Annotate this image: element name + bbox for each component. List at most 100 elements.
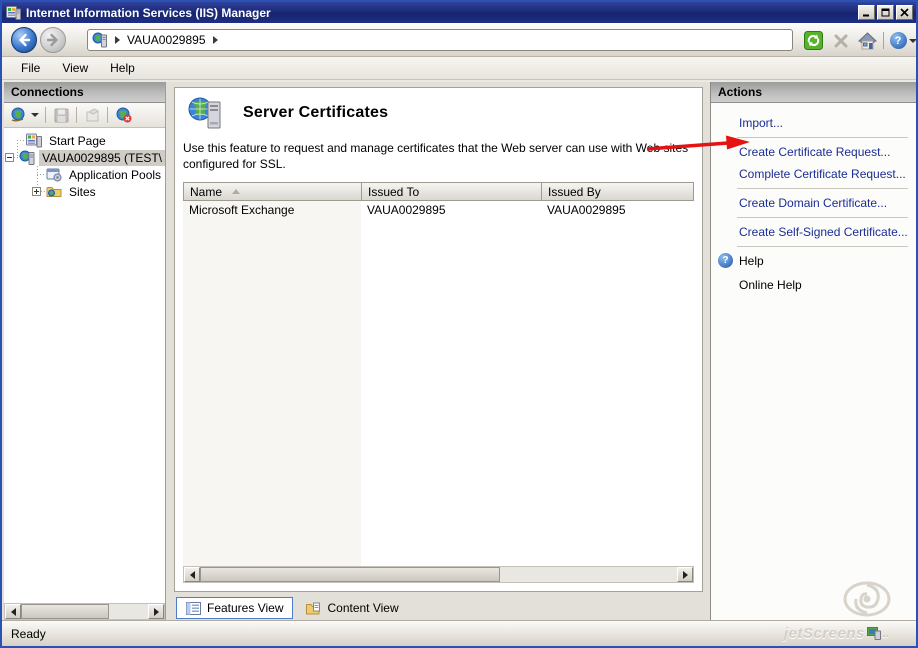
toolbar-separator: [45, 107, 46, 123]
toolbar-separator: [107, 107, 108, 123]
stop-x-icon: [834, 34, 848, 48]
application-pools-icon: [46, 167, 62, 182]
close-button[interactable]: [896, 5, 913, 20]
collapse-icon[interactable]: [5, 153, 14, 162]
cell-issued-by: VAUA0029895: [541, 203, 694, 217]
breadcrumb-arrow-icon: [213, 36, 218, 44]
cell-issued-to: VAUA0029895: [361, 203, 541, 217]
watermark: jetScreens ..: [784, 625, 890, 642]
actions-separator: [737, 188, 908, 189]
connections-toolbar: [4, 103, 165, 128]
actions-separator: [737, 137, 908, 138]
watermark-logo-icon: [867, 627, 881, 640]
cell-name: Microsoft Exchange: [183, 203, 361, 217]
minimize-button[interactable]: [858, 5, 875, 20]
maximize-button[interactable]: [877, 5, 894, 20]
window-title: Internet Information Services (IIS) Mana…: [26, 6, 856, 20]
server-icon: [92, 32, 108, 48]
expand-icon[interactable]: [32, 187, 41, 196]
scroll-thumb[interactable]: [21, 604, 109, 619]
forward-button[interactable]: [40, 27, 66, 53]
tab-label: Features View: [207, 601, 283, 615]
tree-label: Application Pools: [66, 167, 164, 183]
breadcrumb-server[interactable]: VAUA0029895: [127, 33, 206, 47]
navigation-toolbar: VAUA0029895 ?: [2, 23, 916, 57]
watermark-swirl-icon: [842, 580, 892, 618]
scroll-right-button[interactable]: [677, 567, 693, 582]
actions-separator: [737, 246, 908, 247]
connections-tree: Start Page VAUA0029895 (TEST\: [4, 128, 165, 603]
help-question-icon: ?: [890, 32, 907, 49]
iis-app-icon: [6, 6, 21, 20]
actions-separator: [737, 217, 908, 218]
tree-label-selected: VAUA0029895 (TEST\: [39, 150, 165, 166]
scroll-left-button[interactable]: [184, 567, 200, 582]
status-text: Ready: [11, 627, 46, 641]
server-certificates-icon: [187, 96, 223, 130]
red-arrow-annotation: [644, 133, 754, 155]
action-import[interactable]: Import...: [711, 112, 916, 134]
chevron-down-icon: [909, 39, 917, 43]
title-bar: Internet Information Services (IIS) Mana…: [2, 2, 916, 23]
sorted-column-shade: [183, 201, 361, 566]
sort-ascending-icon: [232, 189, 240, 194]
tab-label: Content View: [327, 601, 398, 615]
scroll-left-button[interactable]: [5, 604, 21, 619]
rename-button[interactable]: [83, 106, 101, 124]
forward-arrow-icon: [46, 33, 60, 47]
actions-list: Import... Create Certificate Request... …: [711, 103, 916, 296]
content-view-icon: [306, 602, 321, 615]
back-button[interactable]: [11, 27, 37, 53]
server-node-icon: [19, 150, 35, 165]
page-title: Server Certificates: [243, 104, 388, 122]
menu-help[interactable]: Help: [99, 58, 146, 78]
refresh-button[interactable]: [803, 31, 823, 50]
actions-header: Actions: [711, 82, 916, 103]
tree-item-start-page[interactable]: Start Page: [4, 132, 165, 149]
menu-view[interactable]: View: [51, 58, 99, 78]
server-certificates-card: Server Certificates Use this feature to …: [174, 87, 703, 592]
connections-horizontal-scrollbar[interactable]: [4, 603, 165, 620]
tree-item-sites[interactable]: Sites: [4, 183, 165, 200]
save-connection-button[interactable]: [52, 106, 70, 124]
menu-file[interactable]: File: [10, 58, 51, 78]
tab-content-view[interactable]: Content View: [297, 598, 407, 618]
connections-header: Connections: [4, 82, 165, 103]
view-tabs: Features View Content View: [174, 592, 703, 620]
address-bar[interactable]: VAUA0029895: [87, 29, 793, 51]
home-button[interactable]: [857, 31, 877, 50]
sites-folder-icon: [46, 184, 62, 199]
table-row[interactable]: Microsoft Exchange VAUA0029895 VAUA00298…: [183, 201, 694, 218]
connection-dropdown-icon[interactable]: [31, 113, 39, 117]
start-page-icon: [26, 133, 42, 148]
toolbar-separator: [883, 32, 884, 49]
features-view-icon: [186, 602, 201, 615]
help-dropdown-button[interactable]: [908, 31, 918, 50]
tree-item-application-pools[interactable]: Application Pools: [4, 166, 165, 183]
feature-view-area: Server Certificates Use this feature to …: [166, 82, 710, 620]
remove-connection-button[interactable]: [114, 106, 132, 124]
action-online-help[interactable]: Online Help: [711, 272, 916, 296]
actions-panel: Actions Import... Create Certificate Req…: [710, 82, 916, 620]
content-area: Connections: [2, 82, 916, 620]
grid-header: Name Issued To Issued By: [183, 182, 694, 201]
column-header-issued-by[interactable]: Issued By: [542, 183, 693, 200]
tree-label: Sites: [66, 184, 99, 200]
back-arrow-icon: [17, 33, 31, 47]
grid-horizontal-scrollbar[interactable]: [183, 566, 694, 583]
tab-features-view[interactable]: Features View: [176, 597, 293, 619]
tree-item-server[interactable]: VAUA0029895 (TEST\: [4, 149, 165, 166]
action-help[interactable]: ? Help: [711, 250, 916, 272]
create-connection-button[interactable]: [9, 106, 27, 124]
grid-body: Microsoft Exchange VAUA0029895 VAUA00298…: [183, 201, 694, 566]
action-complete-certificate-request[interactable]: Complete Certificate Request...: [711, 163, 916, 185]
action-create-self-signed-certificate[interactable]: Create Self-Signed Certificate...: [711, 221, 916, 243]
scroll-thumb[interactable]: [200, 567, 500, 582]
scroll-right-button[interactable]: [148, 604, 164, 619]
stop-button[interactable]: [831, 31, 851, 50]
action-create-domain-certificate[interactable]: Create Domain Certificate...: [711, 192, 916, 214]
column-header-name[interactable]: Name: [184, 183, 362, 200]
help-button[interactable]: ?: [888, 31, 908, 50]
column-header-issued-to[interactable]: Issued To: [362, 183, 542, 200]
card-header: Server Certificates: [175, 88, 702, 138]
